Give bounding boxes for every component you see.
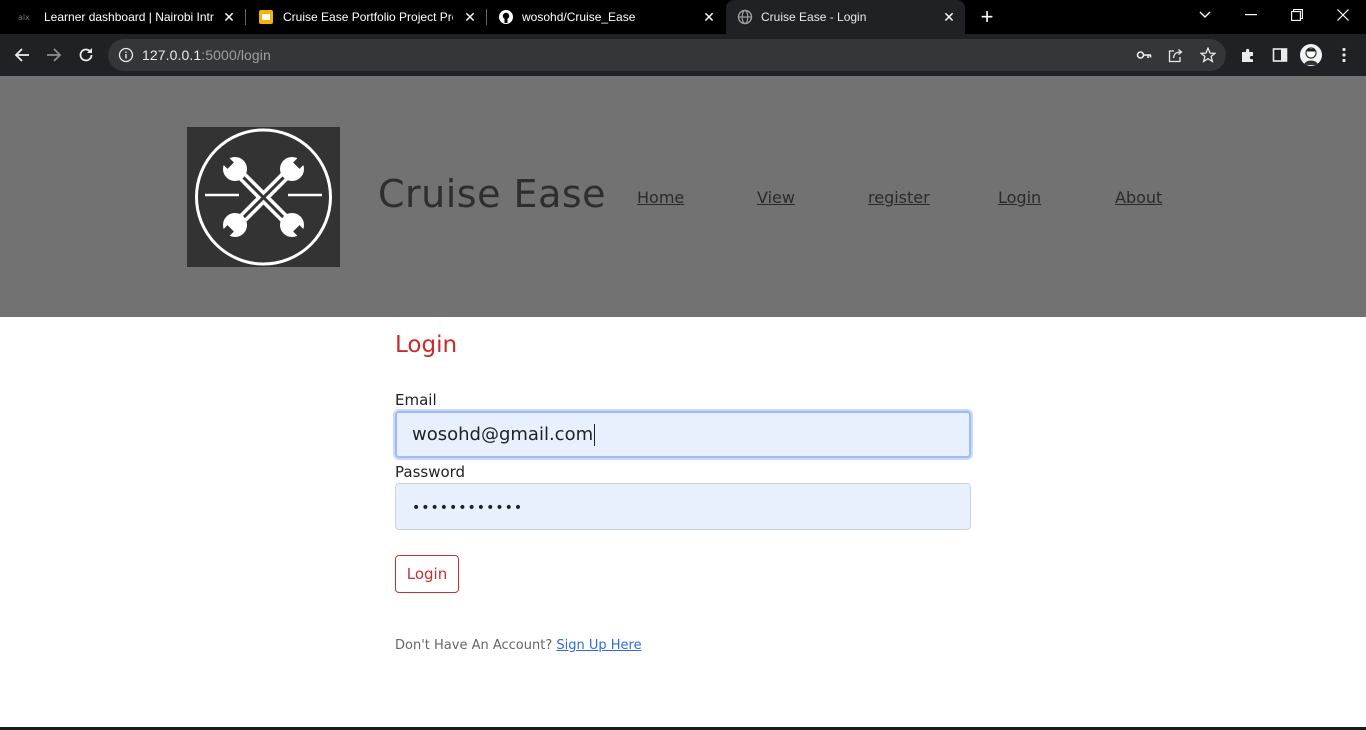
new-tab-button[interactable]: + (975, 5, 999, 29)
back-arrow-icon[interactable] (10, 43, 34, 67)
password-label: Password (395, 463, 466, 481)
side-panel-icon[interactable] (1271, 46, 1289, 64)
email-field[interactable]: wosohd@gmail.com (395, 411, 971, 458)
site-info-icon[interactable] (118, 47, 134, 63)
reload-icon[interactable] (74, 43, 98, 67)
close-tab-icon[interactable]: ✕ (701, 9, 717, 25)
svg-text:alx: alx (18, 13, 30, 22)
slides-icon (258, 9, 274, 25)
email-label: Email (395, 391, 437, 409)
password-value: •••••••••••• (412, 500, 524, 516)
signup-prompt-text: Don't Have An Account? (395, 638, 553, 653)
minimize-icon[interactable] (1228, 0, 1274, 30)
url-text: 127.0.0.1:5000/login (142, 39, 271, 71)
site-header: Cruise Ease Home View register Login Abo… (0, 76, 1366, 317)
alx-icon: alx (18, 9, 34, 25)
browser-tab-title: Learner dashboard | Nairobi Intr (44, 10, 214, 24)
url-path: :5000/login (201, 47, 271, 63)
github-icon (498, 9, 514, 25)
url-host: 127.0.0.1 (142, 47, 202, 63)
signup-prompt-line: Don't Have An Account? Sign Up Here (395, 638, 642, 654)
bookmark-star-icon[interactable] (1200, 47, 1216, 63)
password-field[interactable]: •••••••••••• (395, 483, 971, 530)
forward-arrow-icon[interactable] (42, 43, 66, 67)
key-icon[interactable] (1136, 47, 1152, 63)
browser-tab-portfolio-project[interactable]: Cruise Ease Portfolio Project Pre ✕ (246, 0, 486, 34)
browser-tab-cruise-ease-login[interactable]: Cruise Ease - Login ✕ (726, 0, 965, 34)
page-title: Login (395, 332, 458, 358)
close-tab-icon[interactable]: ✕ (941, 9, 957, 25)
close-tab-icon[interactable]: ✕ (462, 9, 478, 25)
crossed-wrenches-logo[interactable] (187, 127, 340, 267)
nav-link-about[interactable]: About (1115, 188, 1162, 208)
tab-search-chevron-icon[interactable] (1182, 0, 1228, 30)
browser-tab-github-repo[interactable]: wosohd/Cruise_Ease ✕ (487, 0, 725, 34)
nav-link-login[interactable]: Login (998, 188, 1041, 208)
extensions-puzzle-icon[interactable] (1239, 46, 1257, 64)
browser-tab-title: Cruise Ease - Login (761, 10, 867, 24)
browser-tab-learner-dashboard[interactable]: alx Learner dashboard | Nairobi Intr ✕ (0, 0, 245, 34)
close-window-icon[interactable] (1320, 0, 1366, 30)
email-value: wosohd@gmail.com (412, 424, 594, 445)
restore-icon[interactable] (1274, 0, 1320, 30)
more-menu-icon[interactable] (1335, 46, 1353, 64)
globe-icon (737, 9, 753, 25)
browser-tab-title: wosohd/Cruise_Ease (522, 10, 636, 24)
share-icon[interactable] (1168, 47, 1184, 63)
address-bar[interactable]: 127.0.0.1:5000/login (108, 39, 1226, 71)
nav-link-view[interactable]: View (757, 188, 795, 208)
text-caret (594, 424, 596, 446)
nav-link-register[interactable]: register (868, 188, 930, 208)
site-brand-title[interactable]: Cruise Ease (378, 172, 606, 216)
nav-link-home[interactable]: Home (637, 188, 684, 208)
signup-link[interactable]: Sign Up Here (556, 638, 641, 653)
login-button[interactable]: Login (395, 555, 459, 593)
tab-strip: alx Learner dashboard | Nairobi Intr ✕ C… (0, 0, 1366, 34)
browser-toolbar: 127.0.0.1:5000/login (0, 34, 1366, 76)
profile-avatar[interactable] (1300, 44, 1322, 66)
close-tab-icon[interactable]: ✕ (221, 9, 237, 25)
browser-tab-title: Cruise Ease Portfolio Project Pre (283, 10, 453, 24)
